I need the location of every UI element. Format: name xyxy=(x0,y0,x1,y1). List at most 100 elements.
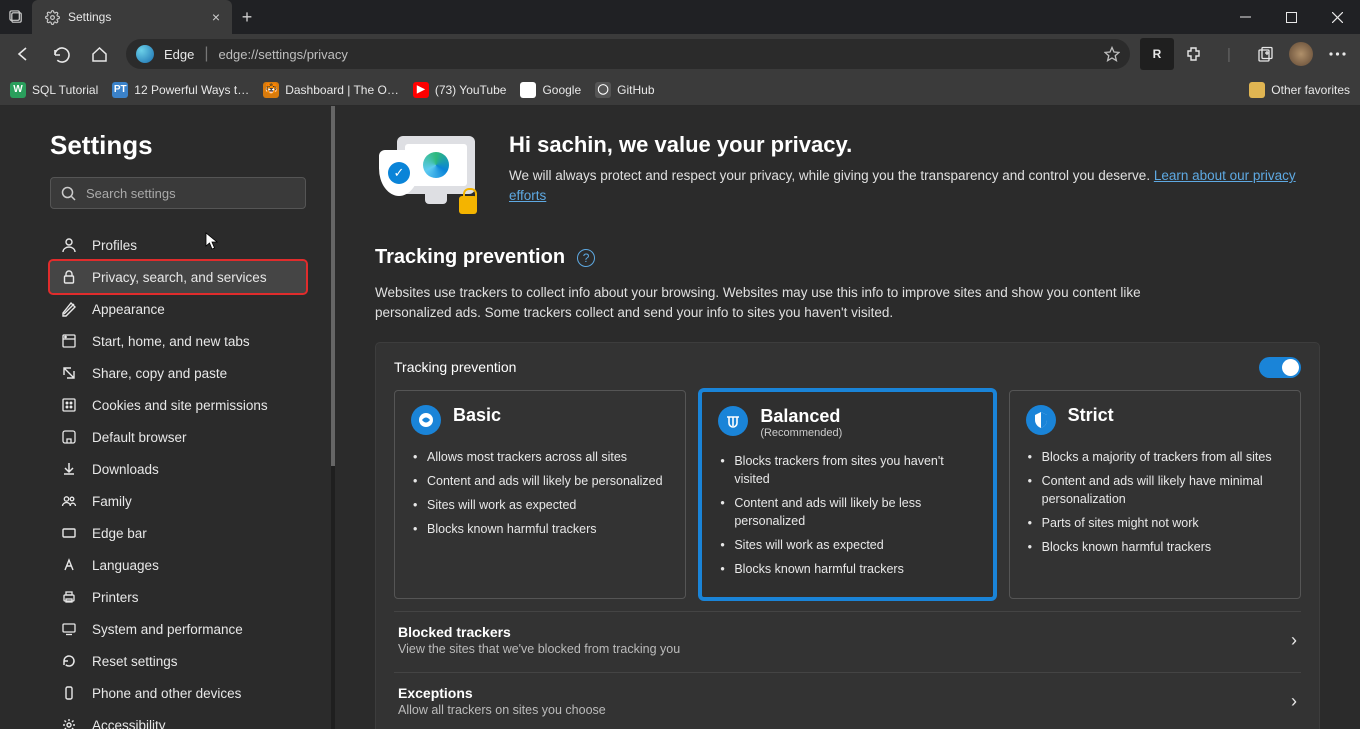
sidebar-item-label: Downloads xyxy=(92,462,159,477)
sidebar-scrollbar[interactable] xyxy=(331,106,335,729)
row-title: Blocked trackers xyxy=(398,624,680,640)
minimize-icon[interactable] xyxy=(1222,0,1268,34)
favicon-icon: G xyxy=(520,82,536,98)
sidebar-item-icon xyxy=(60,493,78,509)
bookmark-item[interactable]: PT 12 Powerful Ways t… xyxy=(112,82,249,98)
search-icon xyxy=(61,186,76,201)
favicon-icon: ▶ xyxy=(413,82,429,98)
maximize-icon[interactable] xyxy=(1268,0,1314,34)
sidebar-item-label: Privacy, search, and services xyxy=(92,270,267,285)
sidebar-item-accessibility[interactable]: Accessibility xyxy=(50,709,306,729)
chevron-right-icon: › xyxy=(1291,691,1297,712)
tracking-toggle[interactable] xyxy=(1259,357,1301,378)
bookmark-label: Google xyxy=(542,83,581,97)
close-tab-icon[interactable]: × xyxy=(212,9,220,25)
sidebar-item-edge-bar[interactable]: Edge bar xyxy=(50,517,306,549)
home-icon[interactable] xyxy=(82,38,116,70)
search-input[interactable] xyxy=(86,186,295,201)
refresh-icon[interactable] xyxy=(44,38,78,70)
row-desc: View the sites that we've blocked from t… xyxy=(398,642,680,656)
sidebar-item-label: Start, home, and new tabs xyxy=(92,334,250,349)
card-bullet: Blocks known harmful trackers xyxy=(1028,535,1284,559)
card-bullet: Content and ads will likely be less pers… xyxy=(720,491,976,533)
sidebar-item-profiles[interactable]: Profiles xyxy=(50,229,306,261)
tracking-card-balanced[interactable]: Balanced(Recommended)Blocks trackers fro… xyxy=(700,390,994,600)
bookmark-label: 12 Powerful Ways t… xyxy=(134,83,249,97)
close-window-icon[interactable] xyxy=(1314,0,1360,34)
exceptions-row[interactable]: Exceptions Allow all trackers on sites y… xyxy=(394,672,1301,721)
sidebar-item-languages[interactable]: Languages xyxy=(50,549,306,581)
sidebar-item-icon xyxy=(60,333,78,349)
bookmark-item[interactable]: W SQL Tutorial xyxy=(10,82,98,98)
favicon-icon: ◯ xyxy=(595,82,611,98)
sidebar-item-label: Family xyxy=(92,494,132,509)
profile-avatar[interactable] xyxy=(1284,38,1318,70)
tracking-prevention-panel: Tracking prevention BasicAllows most tra… xyxy=(375,342,1320,729)
collections-icon[interactable] xyxy=(1248,38,1282,70)
sidebar-item-label: Cookies and site permissions xyxy=(92,398,268,413)
sidebar-item-icon xyxy=(60,237,78,253)
tracking-card-basic[interactable]: BasicAllows most trackers across all sit… xyxy=(394,390,686,600)
sidebar-item-label: Phone and other devices xyxy=(92,686,241,701)
tracking-heading: Tracking prevention xyxy=(375,246,565,269)
other-favorites[interactable]: Other favorites xyxy=(1249,82,1350,98)
card-bullet: Content and ads will likely be personali… xyxy=(413,469,669,493)
more-icon[interactable] xyxy=(1320,38,1354,70)
tab-title: Settings xyxy=(68,10,204,24)
r-menu-button[interactable]: R xyxy=(1140,38,1174,70)
sidebar-item-icon xyxy=(60,269,78,285)
sidebar-item-default-browser[interactable]: Default browser xyxy=(50,421,306,453)
sidebar-item-start-home-and-new-tabs[interactable]: Start, home, and new tabs xyxy=(50,325,306,357)
edge-logo-icon xyxy=(136,45,154,63)
back-icon[interactable] xyxy=(6,38,40,70)
sidebar-item-cookies-and-site-permissions[interactable]: Cookies and site permissions xyxy=(50,389,306,421)
card-bullet: Sites will work as expected xyxy=(413,493,669,517)
browser-tab[interactable]: Settings × xyxy=(32,0,232,34)
card-subtitle: (Recommended) xyxy=(760,427,842,439)
help-icon[interactable]: ? xyxy=(577,249,595,267)
sidebar-item-icon xyxy=(60,397,78,413)
tab-actions-icon[interactable] xyxy=(0,0,32,34)
sidebar-item-printers[interactable]: Printers xyxy=(50,581,306,613)
sidebar-item-privacy-search-and-services[interactable]: Privacy, search, and services xyxy=(50,261,306,293)
sidebar-item-icon xyxy=(60,589,78,605)
address-bar[interactable]: Edge | edge://settings/privacy xyxy=(126,39,1130,69)
sidebar-item-icon xyxy=(60,557,78,573)
card-bullet: Content and ads will likely have minimal… xyxy=(1028,469,1284,511)
search-settings-field[interactable] xyxy=(50,177,306,209)
card-icon xyxy=(718,406,748,436)
bookmark-label: SQL Tutorial xyxy=(32,83,98,97)
folder-icon xyxy=(1249,82,1265,98)
sidebar-item-share-copy-and-paste[interactable]: Share, copy and paste xyxy=(50,357,306,389)
favicon-icon: PT xyxy=(112,82,128,98)
favicon-icon: W xyxy=(10,82,26,98)
extensions-icon[interactable] xyxy=(1176,38,1210,70)
bookmark-item[interactable]: 🐯Dashboard | The O… xyxy=(263,82,399,98)
bookmark-item[interactable]: ◯GitHub xyxy=(595,82,654,98)
blocked-trackers-row[interactable]: Blocked trackers View the sites that we'… xyxy=(394,611,1301,660)
sidebar-item-phone-and-other-devices[interactable]: Phone and other devices xyxy=(50,677,306,709)
other-favorites-label: Other favorites xyxy=(1271,83,1350,97)
hero-heading: Hi sachin, we value your privacy. xyxy=(509,132,1320,158)
sidebar-item-family[interactable]: Family xyxy=(50,485,306,517)
sidebar-item-icon xyxy=(60,429,78,445)
new-tab-button[interactable]: + xyxy=(232,7,262,28)
favorite-icon[interactable] xyxy=(1104,46,1120,62)
sidebar-item-icon xyxy=(60,685,78,701)
sidebar-item-system-and-performance[interactable]: System and performance xyxy=(50,613,306,645)
bookmark-item[interactable]: ▶(73) YouTube xyxy=(413,82,507,98)
card-bullet: Sites will work as expected xyxy=(720,533,976,557)
toolbar-divider: | xyxy=(1212,38,1246,70)
card-title: Balanced xyxy=(760,406,842,427)
bookmark-item[interactable]: G Google xyxy=(520,82,581,98)
address-separator: | xyxy=(204,45,208,63)
tracking-card-strict[interactable]: StrictBlocks a majority of trackers from… xyxy=(1009,390,1301,600)
sidebar-item-downloads[interactable]: Downloads xyxy=(50,453,306,485)
window-controls xyxy=(1222,0,1360,34)
sidebar-item-reset-settings[interactable]: Reset settings xyxy=(50,645,306,677)
panel-label: Tracking prevention xyxy=(394,359,516,375)
sidebar-item-label: Reset settings xyxy=(92,654,178,669)
card-icon xyxy=(1026,405,1056,435)
sidebar-item-label: Printers xyxy=(92,590,139,605)
sidebar-item-appearance[interactable]: Appearance xyxy=(50,293,306,325)
